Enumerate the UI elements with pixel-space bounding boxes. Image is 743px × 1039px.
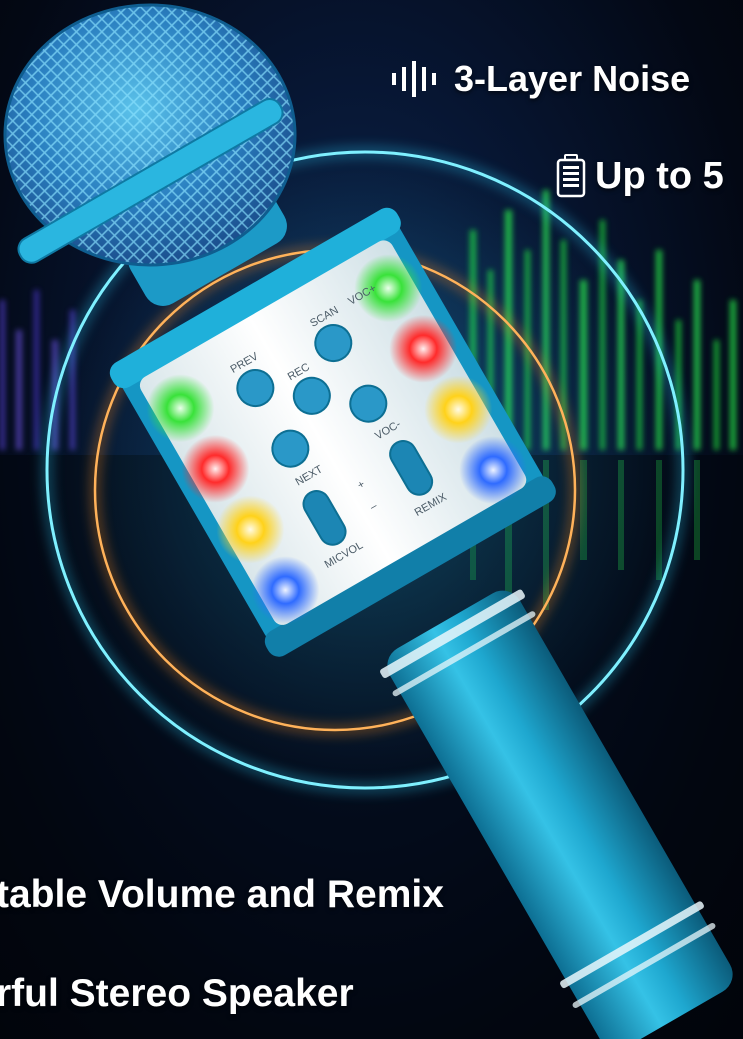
product-image: PREV SCAN NEXT VOC- REC + – MICVOL REMIX… xyxy=(0,0,743,1039)
feature-noise-reduction: 3-Layer Noise xyxy=(390,58,690,100)
mic-head xyxy=(3,3,297,267)
feature-battery: Up to 5 xyxy=(555,154,724,198)
battery-icon xyxy=(556,154,586,198)
feature-noise-text: 3-Layer Noise xyxy=(454,58,691,99)
feature-battery-text: Up to 5 xyxy=(595,154,724,197)
feature-volume-text: table Volume and Remix xyxy=(0,873,444,916)
sound-wave-icon xyxy=(392,61,436,97)
feature-speaker-text: rful Stereo Speaker xyxy=(0,972,354,1015)
